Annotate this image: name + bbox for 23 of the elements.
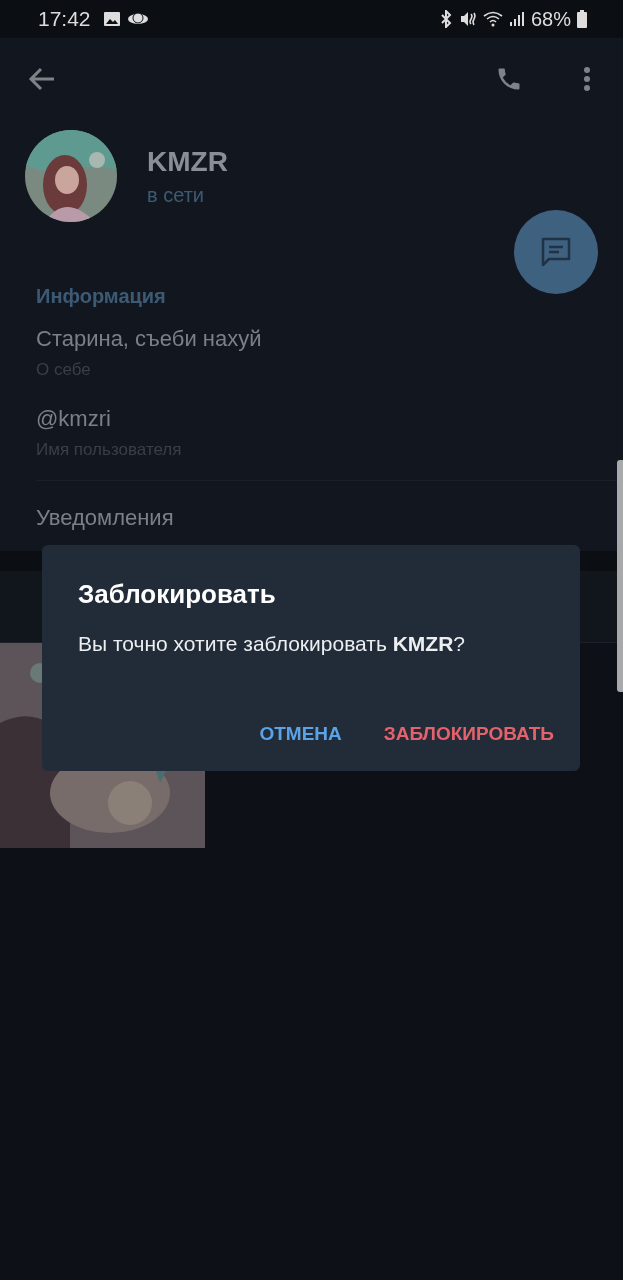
cancel-button[interactable]: ОТМЕНА xyxy=(259,723,342,745)
notifications-label[interactable]: Уведомления xyxy=(36,505,174,530)
more-icon[interactable] xyxy=(583,66,591,92)
dialog-message: Вы точно хотите заблокировать KMZR? xyxy=(78,632,467,656)
block-button[interactable]: ЗАБЛОКИРОВАТЬ xyxy=(383,723,554,745)
back-icon[interactable] xyxy=(28,67,56,91)
battery-percent: 68% xyxy=(530,7,571,31)
section-title: Информация xyxy=(36,285,167,308)
info-value: @kmzri xyxy=(36,406,112,432)
signal-icon xyxy=(508,11,525,27)
bluetooth-icon xyxy=(438,10,453,28)
mute-icon xyxy=(458,10,477,28)
wifi-icon xyxy=(482,11,503,27)
dialog-title: Заблокировать xyxy=(78,579,277,610)
image-icon xyxy=(102,11,121,27)
edge-handle[interactable] xyxy=(617,460,623,692)
status-time: 17:42 xyxy=(38,7,91,31)
battery-icon xyxy=(577,10,587,28)
chat-icon xyxy=(539,236,573,268)
profile-name: KMZR xyxy=(147,145,228,178)
online-status: в сети xyxy=(147,183,205,207)
planet-icon xyxy=(126,11,149,27)
info-value: Старина, съеби нахуй xyxy=(36,326,263,352)
